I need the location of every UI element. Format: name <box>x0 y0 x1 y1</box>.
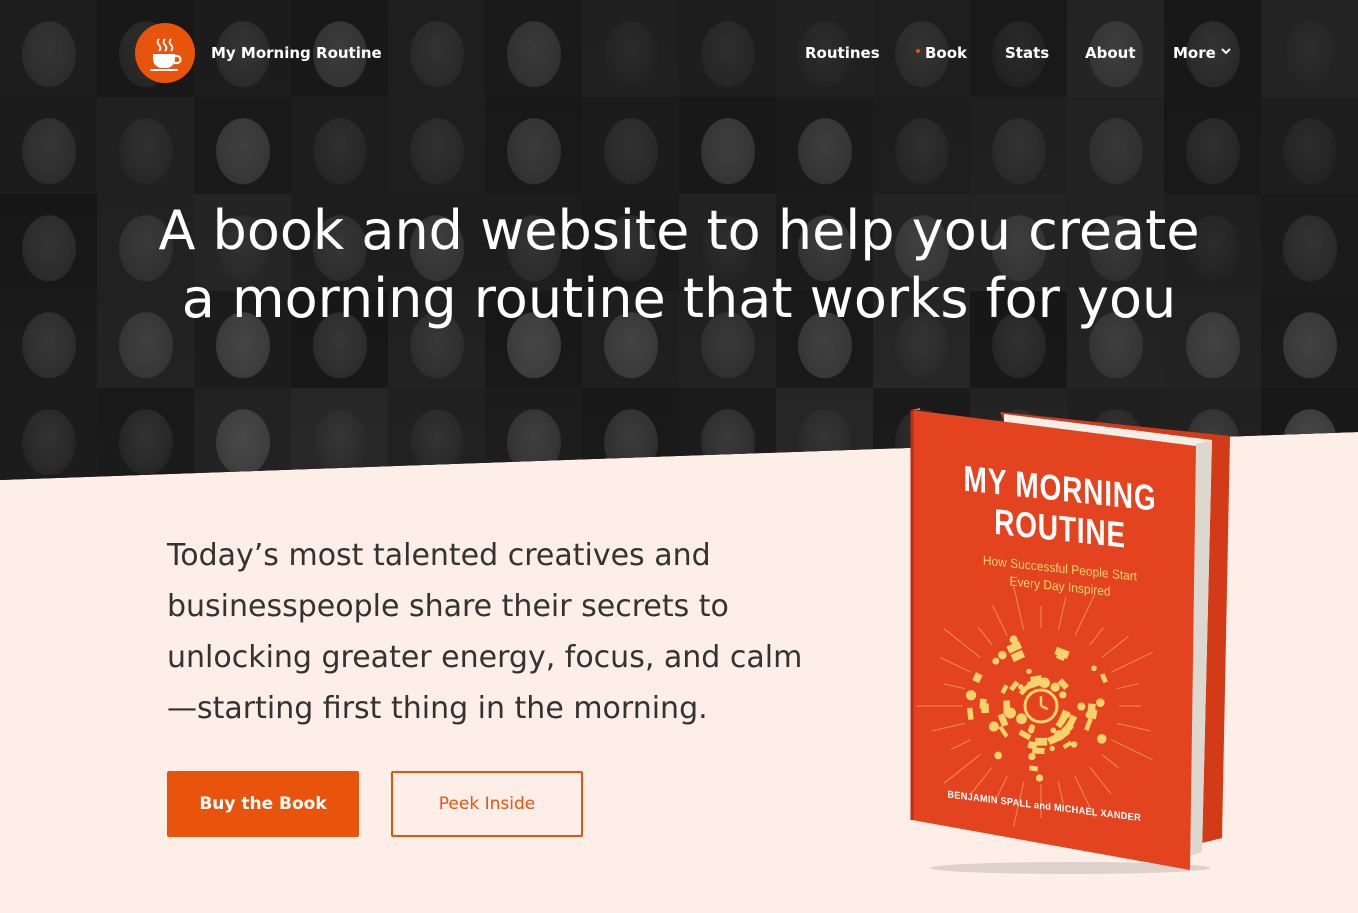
cover-art-shape <box>992 657 1000 665</box>
cover-art-shape <box>1059 691 1067 699</box>
nav-item-label: More <box>1173 44 1216 62</box>
nav-item-label: About <box>1085 44 1136 62</box>
nav-item-about[interactable]: About <box>1085 44 1136 62</box>
buy-book-button[interactable]: Buy the Book <box>167 771 359 837</box>
cover-art-shape <box>988 721 999 732</box>
peek-inside-button[interactable]: Peek Inside <box>391 771 583 837</box>
active-indicator-dot <box>916 48 920 53</box>
cover-art-shape <box>1028 752 1036 761</box>
intro-text: Today’s most talented creatives and busi… <box>167 538 803 726</box>
cover-art-shape <box>998 650 1007 660</box>
cover-art-shape <box>994 751 1003 760</box>
book-cover-image: MY MORNING ROUTINE How Successful People… <box>900 400 1240 880</box>
cover-art-shape <box>979 698 987 709</box>
cover-art-shape <box>1064 711 1071 718</box>
main-nav: Routines Book Stats About More <box>0 44 1358 66</box>
hero-headline: A book and website to help you create a … <box>0 197 1358 333</box>
chevron-down-icon <box>1221 48 1231 55</box>
cover-art-shape <box>1049 745 1055 752</box>
nav-item-label: Routines <box>805 44 880 62</box>
cover-art-shape <box>1050 682 1060 692</box>
cover-art-shape <box>1091 665 1097 672</box>
cover-art-shape <box>1077 702 1086 711</box>
cover-art-shape <box>1028 727 1035 734</box>
nav-item-label: Book <box>925 44 968 62</box>
cover-art-shape <box>965 690 977 701</box>
cover-art-shape <box>1009 635 1018 644</box>
cover-art-shape <box>1026 668 1032 674</box>
nav-item-stats[interactable]: Stats <box>1005 44 1049 62</box>
cover-art-shape <box>1039 677 1050 689</box>
headline-line-1: A book and website to help you create <box>158 199 1200 262</box>
cover-art-shape <box>1050 727 1057 734</box>
headline-line-2: a morning routine that works for you <box>181 267 1177 330</box>
nav-item-routines[interactable]: Routines <box>805 44 880 62</box>
nav-item-label: Stats <box>1005 44 1050 62</box>
cover-art-shape <box>1016 713 1027 725</box>
cover-art-shape <box>1070 741 1078 748</box>
cover-art-shape <box>1096 734 1107 744</box>
cover-art-shape <box>1004 707 1016 719</box>
nav-item-more[interactable]: More <box>1173 44 1231 62</box>
cover-art-shape <box>1035 774 1044 782</box>
nav-item-book[interactable]: Book <box>916 44 967 62</box>
cover-art-shape <box>1096 698 1105 707</box>
